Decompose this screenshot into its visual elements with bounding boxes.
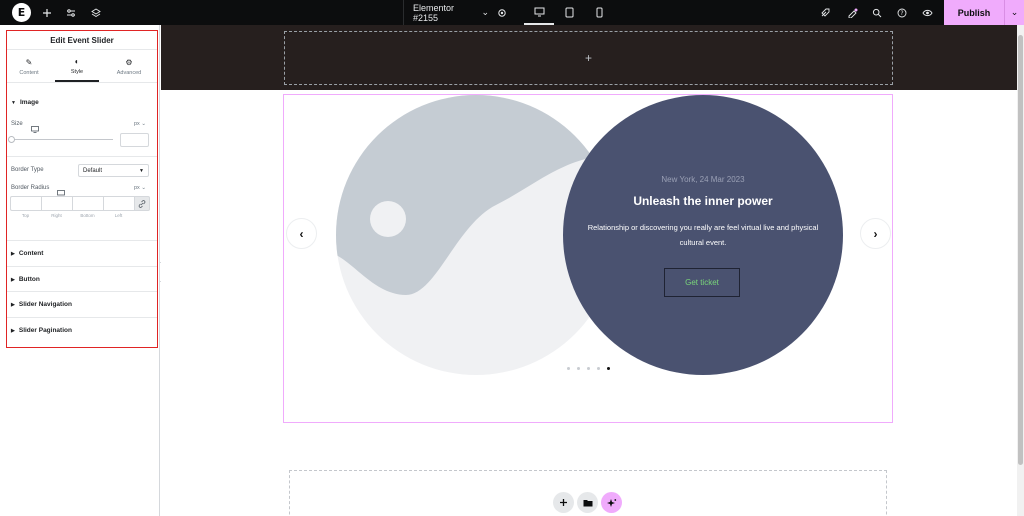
publish-button[interactable]: Publish bbox=[944, 0, 1004, 25]
panel-tabs: ✎ Content ◐ Style ⚙ Advanced bbox=[7, 51, 157, 83]
plus-icon[interactable] bbox=[38, 0, 56, 25]
slide-content-circle: New York, 24 Mar 2023 Unleash the inner … bbox=[563, 95, 843, 375]
pagination-dot[interactable] bbox=[577, 367, 580, 370]
tab-advanced[interactable]: ⚙ Advanced bbox=[107, 51, 151, 82]
search-icon[interactable] bbox=[868, 0, 886, 25]
border-radius-unit-select[interactable]: px ⌄ bbox=[134, 185, 146, 191]
sliders-icon[interactable] bbox=[62, 0, 80, 25]
caret-down-icon: ▼ bbox=[11, 99, 16, 106]
pencil-icon: ✎ bbox=[25, 57, 33, 67]
empty-container-drop-zone[interactable]: + bbox=[284, 31, 893, 85]
section-content-toggle[interactable]: ▶ Content bbox=[11, 250, 43, 257]
svg-text:?: ? bbox=[900, 10, 903, 17]
event-headline: Unleash the inner power bbox=[633, 194, 773, 208]
folder-icon[interactable] bbox=[577, 492, 598, 513]
prev-arrow-icon[interactable]: ‹ bbox=[286, 218, 317, 249]
divider bbox=[7, 317, 157, 318]
link-values-icon[interactable] bbox=[134, 196, 150, 211]
border-radius-label: Border Radius bbox=[11, 185, 50, 191]
radius-left-input[interactable] bbox=[103, 196, 134, 211]
pagination-dot[interactable] bbox=[567, 367, 570, 370]
notes-icon[interactable] bbox=[843, 0, 861, 25]
ai-sparkle-icon[interactable] bbox=[601, 492, 622, 513]
panel-title: Edit Event Slider bbox=[7, 31, 157, 50]
editor-canvas: + New York, 24 Mar 2023 Unleash the inne… bbox=[161, 25, 1017, 516]
help-icon[interactable]: ? bbox=[893, 0, 911, 25]
divider bbox=[7, 291, 157, 292]
size-label: Size bbox=[11, 121, 23, 127]
caret-right-icon: ▶ bbox=[11, 327, 15, 334]
publish-options-chevron-icon[interactable]: ⌄ bbox=[1004, 0, 1024, 25]
size-input[interactable] bbox=[120, 133, 149, 147]
desktop-icon[interactable] bbox=[524, 0, 554, 25]
event-slider-widget[interactable]: New York, 24 Mar 2023 Unleash the inner … bbox=[283, 94, 893, 423]
dimension-label-bottom: Bottom bbox=[80, 213, 95, 218]
gear-icon: ⚙ bbox=[125, 57, 133, 67]
dimension-label-right: Right bbox=[51, 213, 62, 218]
size-unit-select[interactable]: px ⌄ bbox=[134, 121, 146, 127]
caret-down-icon: ▼ bbox=[139, 168, 144, 174]
header-section: + bbox=[161, 25, 1017, 90]
event-description: Relationship or discovering you really a… bbox=[587, 223, 819, 247]
gear-icon[interactable] bbox=[494, 0, 510, 25]
divider bbox=[7, 240, 157, 241]
pagination-dot[interactable] bbox=[587, 367, 590, 370]
section-button-toggle[interactable]: ▶ Button bbox=[11, 276, 40, 283]
elementor-logo[interactable]: E bbox=[12, 3, 31, 22]
top-bar: E Elementor #2155 ⌄ ? Publish ⌄ bbox=[0, 0, 1024, 25]
border-type-label: Border Type bbox=[11, 167, 44, 173]
chevron-down-icon: ⌄ bbox=[481, 7, 489, 17]
image-decoration-circle bbox=[370, 201, 406, 237]
preview-icon[interactable] bbox=[918, 0, 936, 25]
slider-pagination bbox=[567, 367, 610, 370]
radius-bottom-input[interactable] bbox=[72, 196, 103, 211]
event-meta: New York, 24 Mar 2023 bbox=[661, 175, 745, 184]
section-slider-navigation-toggle[interactable]: ▶ Slider Navigation bbox=[11, 301, 72, 308]
divider bbox=[7, 156, 157, 157]
contrast-icon: ◐ bbox=[74, 56, 80, 66]
section-slider-pagination-toggle[interactable]: ▶ Slider Pagination bbox=[11, 327, 72, 334]
section-image-toggle[interactable]: ▼ Image bbox=[11, 99, 39, 106]
tab-content[interactable]: ✎ Content bbox=[7, 51, 51, 82]
tablet-icon[interactable] bbox=[554, 0, 584, 25]
mobile-icon[interactable] bbox=[584, 0, 614, 25]
plus-icon: + bbox=[584, 51, 592, 65]
get-ticket-button[interactable]: Get ticket bbox=[664, 268, 740, 297]
radius-top-input[interactable] bbox=[10, 196, 41, 211]
document-title-dropdown[interactable]: Elementor #2155 ⌄ bbox=[403, 0, 489, 25]
next-arrow-icon[interactable]: › bbox=[860, 218, 891, 249]
canvas-scrollbar-thumb[interactable] bbox=[1018, 35, 1023, 465]
dimension-label-top: Top bbox=[21, 213, 30, 218]
dimension-label-left: Left bbox=[114, 213, 123, 218]
caret-right-icon: ▶ bbox=[11, 250, 15, 257]
caret-right-icon: ▶ bbox=[11, 276, 15, 283]
size-slider-track[interactable] bbox=[13, 139, 113, 140]
plus-icon[interactable] bbox=[553, 492, 574, 513]
border-type-select[interactable]: Default ▼ bbox=[78, 164, 149, 177]
pagination-dot-active[interactable] bbox=[607, 367, 610, 370]
radius-right-input[interactable] bbox=[41, 196, 72, 211]
caret-right-icon: ▶ bbox=[11, 301, 15, 308]
border-radius-dimensions bbox=[10, 196, 150, 211]
layers-icon[interactable] bbox=[87, 0, 105, 25]
divider bbox=[7, 266, 157, 267]
dimension-labels: Top Right Bottom Left bbox=[10, 213, 134, 218]
rocket-icon[interactable] bbox=[816, 0, 834, 25]
desktop-icon[interactable] bbox=[31, 120, 39, 138]
pagination-dot[interactable] bbox=[597, 367, 600, 370]
size-slider-handle[interactable] bbox=[8, 136, 15, 143]
tab-style[interactable]: ◐ Style bbox=[55, 51, 99, 82]
